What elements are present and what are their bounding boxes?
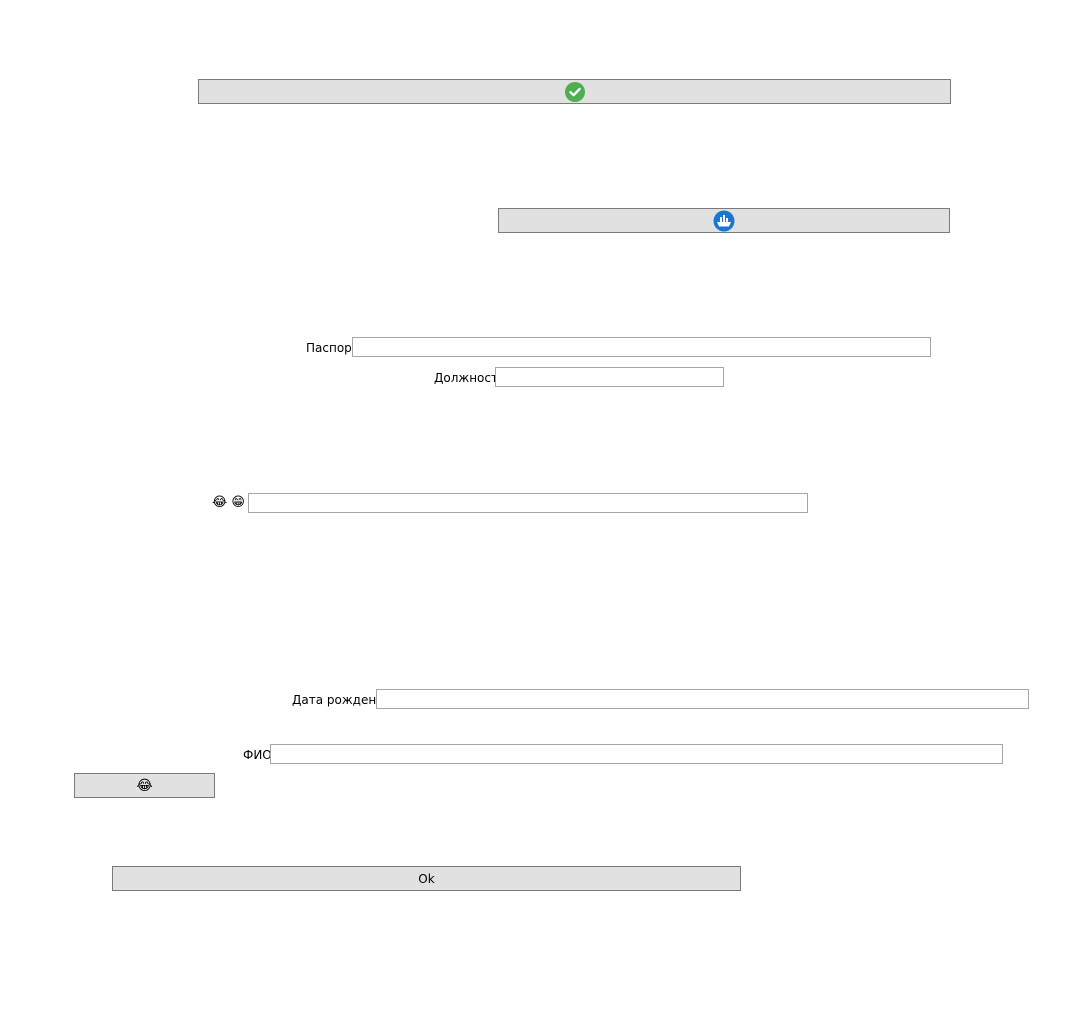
boat-button[interactable] bbox=[498, 208, 950, 233]
ok-button[interactable]: Ok bbox=[112, 866, 741, 891]
position-field[interactable] bbox=[495, 367, 724, 387]
fio-field[interactable] bbox=[270, 744, 1003, 764]
fio-label: ФИО bbox=[243, 748, 272, 762]
passport-label: Паспорт bbox=[306, 341, 359, 355]
check-button[interactable] bbox=[198, 79, 951, 104]
emoji-field[interactable] bbox=[248, 493, 808, 513]
birthdate-field[interactable] bbox=[376, 689, 1029, 709]
passport-field[interactable] bbox=[352, 337, 931, 357]
check-circle-icon bbox=[564, 81, 585, 102]
boat-circle-icon bbox=[713, 210, 735, 232]
emoji-button[interactable]: 😂 bbox=[74, 773, 215, 798]
emoji-label: 😂 😁 bbox=[212, 495, 245, 510]
ok-button-label: Ok bbox=[418, 871, 435, 886]
laughing-tears-icon: 😂 bbox=[136, 777, 153, 794]
